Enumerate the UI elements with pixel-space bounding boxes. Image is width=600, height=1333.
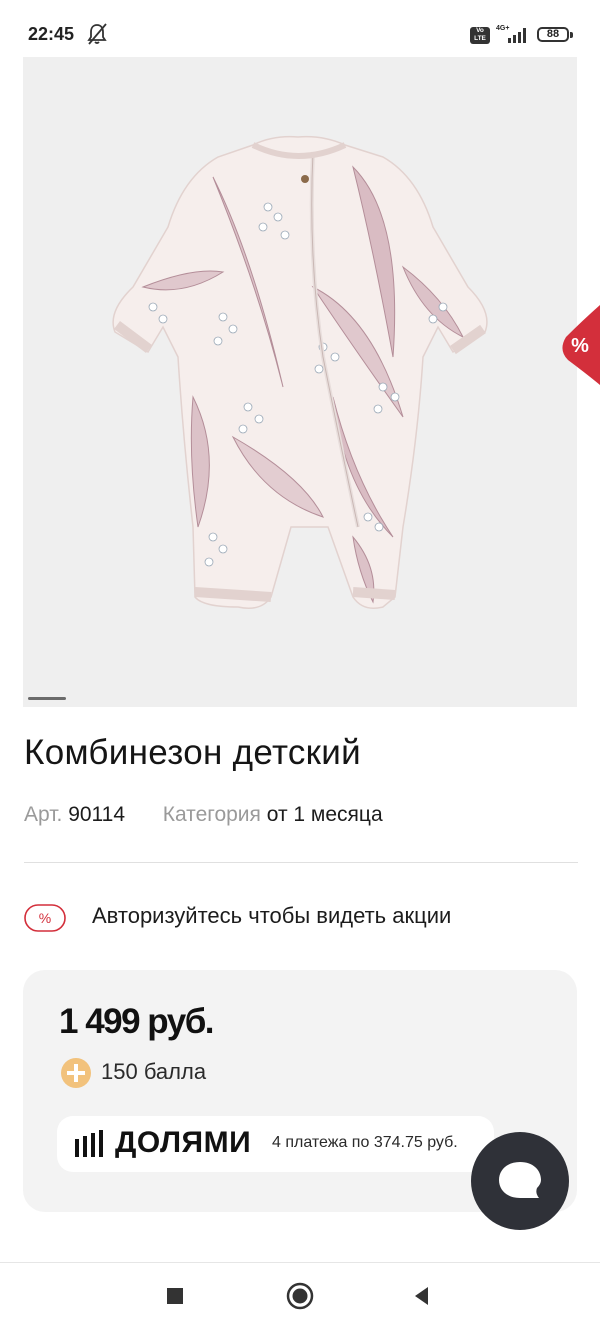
price: 1 499 руб.	[59, 1002, 215, 1041]
article-value: 90114	[68, 803, 126, 826]
battery-icon: 88	[537, 27, 569, 42]
signal-icon	[508, 28, 526, 43]
system-nav-bar	[0, 1262, 600, 1333]
recent-apps-button[interactable]	[145, 1263, 205, 1333]
dolyami-logo-icon	[75, 1130, 103, 1157]
carousel-indicator	[28, 697, 66, 700]
installment-info: 4 платежа по 374.75 руб.	[272, 1134, 458, 1151]
divider	[24, 862, 578, 863]
dolyami-installment-button[interactable]: ДОЛЯМИ 4 платежа по 374.75 руб.	[57, 1116, 494, 1172]
chat-bubble-icon	[499, 1162, 541, 1198]
back-button[interactable]	[392, 1263, 452, 1333]
chat-button[interactable]	[471, 1132, 569, 1230]
battery-tip	[570, 32, 573, 38]
product-title: Комбинезон детский	[24, 733, 361, 772]
category-value: от 1 месяца	[266, 803, 383, 826]
back-icon	[415, 1287, 428, 1305]
bonus-plus-icon	[61, 1058, 91, 1088]
svg-text:%: %	[39, 910, 51, 926]
product-meta: Арт. 90114 Категория от 1 месяца	[24, 803, 383, 827]
volte-icon: Vo LTE	[470, 27, 490, 44]
article-label: Арт.	[24, 803, 63, 826]
status-bar: 22:45 Vo LTE 4G+ 88	[0, 0, 600, 56]
status-time: 22:45	[28, 24, 75, 44]
category-label: Категория	[162, 803, 261, 826]
promo-text: Авторизуйтесь чтобы видеть акции	[92, 903, 452, 928]
promo-percent-tab[interactable]: %	[558, 305, 600, 385]
discount-badge-icon: %	[24, 904, 66, 932]
home-icon	[286, 1282, 314, 1310]
dolyami-brand: ДОЛЯМИ	[115, 1126, 252, 1159]
percent-icon: %	[571, 335, 589, 357]
bonus-points: 150 балла	[101, 1059, 207, 1084]
recent-apps-icon	[167, 1288, 183, 1304]
product-image-carousel[interactable]	[23, 57, 577, 707]
product-photo	[112, 135, 488, 609]
home-button[interactable]	[270, 1263, 330, 1333]
bell-off-icon	[87, 23, 107, 45]
